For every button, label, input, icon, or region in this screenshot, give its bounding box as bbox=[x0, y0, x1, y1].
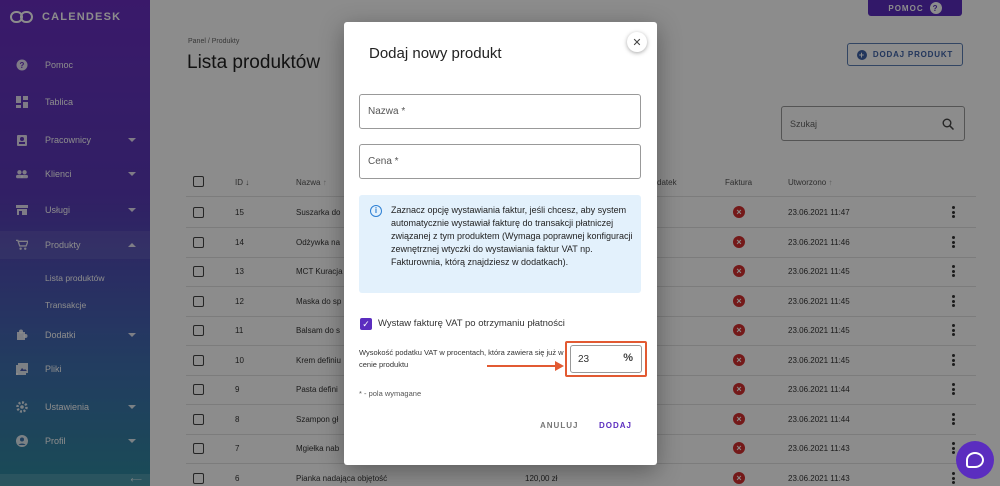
add-product-dialog: Dodaj nowy produkt ✕ Nazwa * Cena * i Za… bbox=[344, 22, 657, 465]
price-field-label: Cena * bbox=[368, 156, 399, 167]
chat-icon bbox=[966, 452, 984, 468]
vat-rate-description: Wysokość podatku VAT w procentach, która… bbox=[359, 348, 564, 369]
invoice-info-alert: i Zaznacz opcję wystawiania faktur, jeśl… bbox=[359, 195, 641, 293]
invoice-info-text: Zaznacz opcję wystawiania faktur, jeśli … bbox=[391, 205, 633, 267]
close-icon: ✕ bbox=[632, 36, 642, 49]
vat-rate-input[interactable]: 23 % bbox=[570, 345, 642, 373]
close-button[interactable]: ✕ bbox=[627, 32, 647, 52]
annotation-arrow bbox=[487, 365, 557, 367]
price-field[interactable]: Cena * bbox=[359, 144, 641, 179]
info-icon: i bbox=[370, 205, 382, 217]
name-field[interactable]: Nazwa * bbox=[359, 94, 641, 129]
cancel-button[interactable]: ANULUJ bbox=[540, 421, 578, 430]
chat-support-button[interactable] bbox=[956, 441, 994, 479]
percent-icon: % bbox=[623, 352, 633, 364]
name-field-label: Nazwa * bbox=[368, 106, 406, 117]
dialog-title: Dodaj nowy produkt bbox=[369, 45, 502, 62]
vat-invoice-checkbox-label[interactable]: Wystaw fakturę VAT po otrzymaniu płatnoś… bbox=[378, 318, 565, 329]
check-icon: ✓ bbox=[362, 319, 370, 329]
vat-rate-value: 23 bbox=[578, 354, 590, 365]
required-fields-note: * - pola wymagane bbox=[359, 389, 422, 398]
submit-button[interactable]: DODAJ bbox=[599, 421, 632, 430]
annotation-arrow-head bbox=[555, 361, 564, 371]
vat-invoice-checkbox[interactable]: ✓ bbox=[360, 318, 372, 330]
